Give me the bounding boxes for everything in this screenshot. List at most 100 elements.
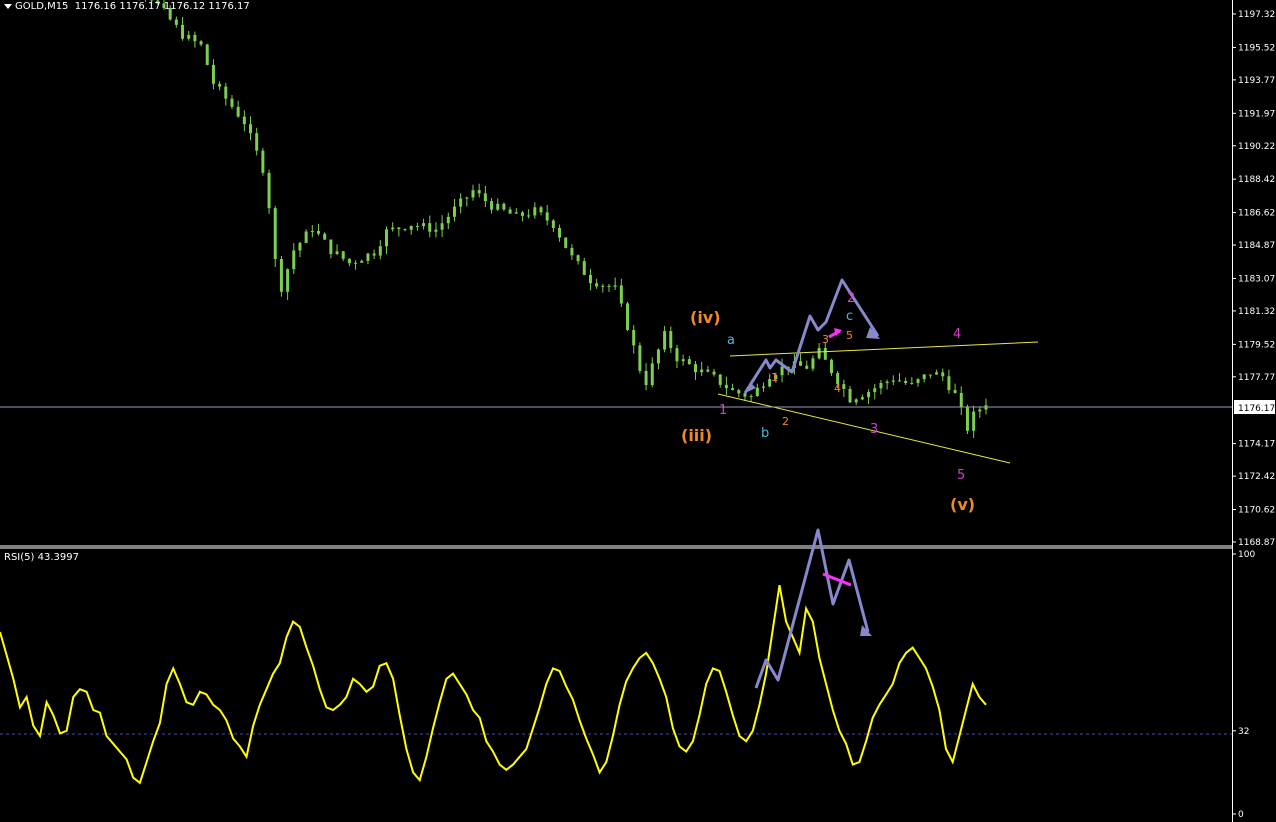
price-tick-label: 1183.07 xyxy=(1238,274,1275,284)
candle-body xyxy=(891,380,895,382)
candle-body xyxy=(508,209,512,214)
candle-body xyxy=(823,347,827,360)
candle-body xyxy=(681,359,685,362)
candle-body xyxy=(551,220,555,228)
candle-body xyxy=(749,396,753,398)
candle-body xyxy=(193,34,197,42)
price-tick-label: 1179.52 xyxy=(1238,340,1275,350)
candle-body xyxy=(366,253,370,261)
chevron-down-icon[interactable] xyxy=(4,3,12,9)
candle-body xyxy=(384,229,388,247)
candle-body xyxy=(805,365,809,369)
candle-body xyxy=(230,98,234,107)
candle-body xyxy=(329,239,333,254)
candle-body xyxy=(712,371,716,375)
chart-header: GOLD,M15 1176.16 1176.17 1176.12 1176.17 xyxy=(4,1,250,12)
candle-body xyxy=(916,379,920,383)
candle-body xyxy=(323,233,327,240)
price-tick-label: 1190.22 xyxy=(1238,142,1275,152)
candle-body xyxy=(514,212,518,214)
candle-body xyxy=(279,259,283,292)
wave-label: (iv) xyxy=(690,308,721,327)
candle-body xyxy=(261,150,265,173)
candle-body xyxy=(354,262,358,264)
candle-body xyxy=(545,212,549,221)
candle-body xyxy=(978,409,982,412)
candle-body xyxy=(533,207,537,216)
rsi-label: RSI(5) 43.3997 xyxy=(4,552,79,563)
candle-body xyxy=(409,225,413,230)
candle-body xyxy=(558,227,562,238)
price-tick-label: 1168.87 xyxy=(1238,538,1275,548)
candle-body xyxy=(372,253,376,256)
candle-body xyxy=(724,384,728,389)
rsi-pane: 100 32 0 xyxy=(0,528,1255,820)
candle-body xyxy=(397,227,401,230)
candle-body xyxy=(341,251,345,259)
candle-body xyxy=(922,374,926,380)
price-tick-label: 1181.32 xyxy=(1238,307,1275,317)
rsi-tick-label: 100 xyxy=(1238,550,1255,560)
wave-label: b xyxy=(761,426,769,441)
candle-body xyxy=(415,225,419,227)
candle-body xyxy=(879,383,883,389)
candle-body xyxy=(391,227,395,230)
price-tick-label: 1174.17 xyxy=(1238,440,1275,450)
candle-body xyxy=(273,208,277,260)
candle-body xyxy=(582,261,586,275)
candle-body xyxy=(255,133,259,151)
candle-body xyxy=(607,285,611,287)
candle-body xyxy=(613,285,617,287)
candle-body xyxy=(335,251,339,254)
wave-label: c xyxy=(846,309,853,324)
candle-body xyxy=(700,369,704,373)
upper-trendline xyxy=(729,341,1039,357)
candle-body xyxy=(286,269,290,292)
candle-body xyxy=(953,390,957,393)
arrowhead-price-up xyxy=(745,382,756,393)
wave-label: 1 xyxy=(719,403,727,418)
price-tick-label: 1184.87 xyxy=(1238,241,1275,251)
candle-body xyxy=(465,197,469,199)
candle-body xyxy=(347,258,351,264)
candle-body xyxy=(539,207,543,213)
main-price-pane: (iii) (iv) (v) a b c 1 2 3 4 5 1 2 3 4 5 xyxy=(0,0,1232,514)
wave-label: (iii) xyxy=(681,426,712,445)
candle-body xyxy=(310,231,314,233)
candle-body xyxy=(706,369,710,372)
ohlc-readout: 1176.16 1176.17 1176.12 1176.17 xyxy=(74,1,250,12)
symbol-label: GOLD,M15 xyxy=(15,1,69,12)
candle-body xyxy=(292,250,296,270)
wave-projection-arrow-price xyxy=(743,278,880,394)
wave-label: 2 xyxy=(782,415,789,428)
candle-body xyxy=(632,330,636,346)
candle-body xyxy=(471,190,475,198)
rsi-tick-label: 32 xyxy=(1238,727,1249,737)
wave-label: 3 xyxy=(870,422,878,437)
candle-body xyxy=(947,376,951,391)
candle-body xyxy=(564,237,568,248)
candle-body xyxy=(440,223,444,230)
rsi-axis-ticks: 100 32 0 xyxy=(1232,550,1255,820)
wave-label: 2 xyxy=(847,291,855,306)
candle-body xyxy=(317,231,320,234)
candle-body xyxy=(181,24,185,39)
wave-label: 3 xyxy=(822,333,829,346)
candle-body xyxy=(403,229,407,231)
candle-body xyxy=(211,64,215,84)
candle-body xyxy=(428,223,432,232)
price-tick-label: 1177.77 xyxy=(1238,373,1275,383)
candle-body xyxy=(378,246,382,256)
price-tick-label: 1172.42 xyxy=(1238,472,1275,482)
candle-body xyxy=(663,331,667,350)
candle-body xyxy=(595,283,599,287)
candle-body xyxy=(304,231,308,243)
rsi-header: RSI(5) 43.3997 xyxy=(4,552,79,563)
candle-body xyxy=(527,215,531,217)
price-tick-label: 1191.97 xyxy=(1238,109,1275,119)
candle-body xyxy=(817,347,821,359)
candle-body xyxy=(434,229,438,232)
candle-body xyxy=(904,380,908,384)
candle-body xyxy=(218,83,222,87)
price-axis-ticks: 1197.32 1195.52 1193.77 1191.97 1190.22 1188.… xyxy=(1232,10,1275,548)
